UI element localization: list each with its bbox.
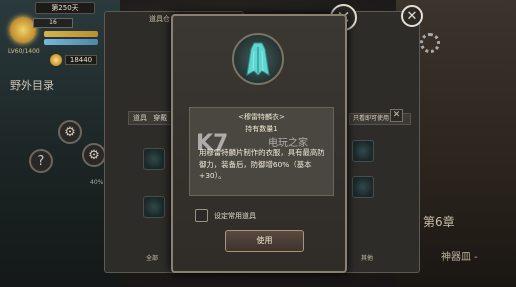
favorite-checkbox-label: 设定常用道具 xyxy=(214,212,256,220)
gear-icon[interactable]: ⚙ xyxy=(82,143,106,167)
progress-percent: 40% xyxy=(90,179,104,186)
tab-equip[interactable]: 穿戴 xyxy=(153,114,167,122)
category-other[interactable]: 其他 xyxy=(361,253,373,262)
inventory-slot[interactable] xyxy=(143,196,165,218)
use-button[interactable]: 使用 xyxy=(225,230,304,252)
inventory-slot[interactable] xyxy=(143,148,165,170)
watermark-logo: K7 xyxy=(196,131,229,156)
inventory-slot[interactable] xyxy=(352,140,374,162)
favorite-checkbox[interactable] xyxy=(195,209,208,222)
hp-bar xyxy=(44,31,98,37)
gear-icon-right xyxy=(420,33,440,53)
gold-coin-icon xyxy=(50,54,62,66)
question-icon: ? xyxy=(37,153,45,169)
exp-text: LV60/1400 xyxy=(8,48,40,55)
inventory-title: 道具仓 xyxy=(149,15,170,23)
settings-gear-icon[interactable]: ⚙ xyxy=(58,120,82,144)
field-directory-label[interactable]: 野外目录 xyxy=(10,77,54,93)
level-display: 16 xyxy=(33,18,73,28)
tab-items[interactable]: 道具 xyxy=(133,114,147,122)
category-all[interactable]: 全部 xyxy=(146,253,158,262)
item-name: <穆雷特麟衣> xyxy=(238,113,285,121)
chapter-label: 第6章 xyxy=(423,215,455,229)
close-button-secondary[interactable]: ✕ xyxy=(401,5,423,27)
watermark-text: 电玩之家 xyxy=(268,138,308,149)
close-icon: ✕ xyxy=(406,8,418,24)
chapter-subtitle: 神器皿 - xyxy=(441,252,478,263)
gold-amount: 18440 xyxy=(65,55,97,65)
mp-bar xyxy=(44,39,98,45)
cloak-icon xyxy=(246,42,270,76)
day-counter: 第250天 xyxy=(35,2,95,14)
close-filter-icon[interactable]: ✕ xyxy=(390,109,403,122)
help-button[interactable]: ? xyxy=(29,149,53,173)
inventory-slot[interactable] xyxy=(352,176,374,198)
tab-bar: 道具 穿戴 xyxy=(128,111,174,125)
